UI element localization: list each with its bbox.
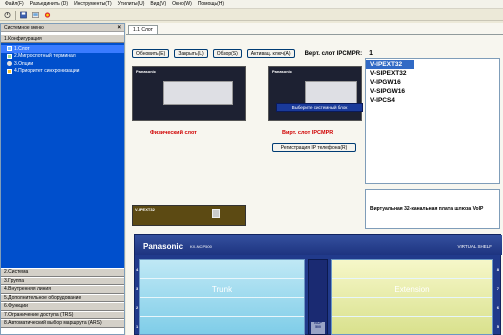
virtual-slot-brand: Panasonic — [272, 69, 293, 74]
action-button-row: Обновить(E) Закрыть(L) Обзор(S) Активац.… — [132, 49, 373, 58]
menu-view[interactable]: Вид(V) — [147, 1, 169, 7]
slot-divider — [332, 297, 492, 298]
sidebar-item-label: 2.Мигроспотный терминал — [14, 53, 76, 60]
physical-slot-brand: Panasonic — [136, 69, 157, 74]
slot-number: 3 — [136, 286, 139, 291]
trunk-area-title: Trunk — [211, 285, 233, 294]
sidebar-category-equipment[interactable]: 5.Дополнительное оборудование — [1, 293, 124, 302]
slot-divider — [332, 278, 492, 279]
slot-number: 4 — [136, 267, 139, 272]
sidebar-category-extension[interactable]: 4.Внутренняя линия — [1, 285, 124, 294]
virtual-slot-image[interactable]: Panasonic — [268, 66, 362, 121]
card-type-item[interactable]: V-SIPGW16 — [366, 87, 499, 96]
system-menu-panel: Системное меню × 1.Конфигурация 1.Слот 2… — [0, 23, 125, 335]
extension-area-title: Extension — [394, 285, 430, 294]
connect-icon[interactable] — [3, 11, 12, 20]
sidebar-item-list: 1.Слот 2.Мигроспотный терминал 3.Опции 4… — [1, 43, 124, 268]
physical-slot-image[interactable]: Panasonic — [132, 66, 246, 121]
card-type-item[interactable]: V-IPCS4 — [366, 96, 499, 105]
sidebar-category-system[interactable]: 2.Система — [1, 268, 124, 277]
main-content: 1.1 Слот Обновить(E) Закрыть(L) Обзор(S)… — [126, 23, 503, 335]
card-preview-image[interactable]: V-IPEXT32 — [132, 205, 246, 226]
slot-number: 2 — [136, 305, 139, 310]
slot-number: 8 — [496, 267, 499, 272]
card-description-text: Виртуальная 32-канальная плата шлюза VoI… — [370, 206, 484, 212]
close-icon[interactable]: × — [117, 25, 121, 31]
menu-disconnect[interactable]: Разъединить (D) — [27, 1, 71, 7]
sidebar-item-label: 3.Опции — [14, 60, 34, 67]
card-type-item[interactable]: V-SIPEXT32 — [366, 69, 499, 78]
activation-key-button[interactable]: Активац. ключ(A) — [246, 49, 295, 58]
sidebar-item-slot[interactable]: 1.Слот — [1, 45, 124, 53]
sidebar-item-terminal[interactable]: 2.Мигроспотный терминал — [1, 53, 124, 61]
toolbar — [0, 10, 503, 21]
close-button[interactable]: Закрыть(L) — [174, 49, 208, 58]
slot-divider — [332, 316, 492, 317]
virtual-shelf: Panasonic KX-NCP500 VIRTUAL SHELF Trunk … — [134, 234, 502, 335]
menu-file[interactable]: Файл(F) — [2, 1, 27, 7]
tab-divider — [126, 34, 503, 35]
sidebar-category-ars[interactable]: 8.Автоматический выбор маршрута (ARS) — [1, 319, 124, 328]
physical-slot-label: Физический слот — [150, 130, 197, 136]
refresh-button[interactable]: Обновить(E) — [132, 49, 170, 58]
save-icon[interactable] — [19, 11, 28, 20]
slot-number: 7 — [496, 286, 499, 291]
options-icon — [7, 61, 12, 67]
shelf-brand-logo: Panasonic — [143, 242, 184, 251]
sidebar-category-label: 1.Конфигурация — [4, 35, 42, 42]
ipcmr-slot-count: 1 — [369, 50, 373, 57]
programming-icon[interactable] — [31, 11, 40, 20]
card-type-item[interactable]: V-IPGW16 — [366, 78, 499, 87]
sync-icon — [7, 68, 12, 74]
sidebar-category-trs[interactable]: 7.Ограничение доступа (TRS) — [1, 310, 124, 319]
sidebar-item-options[interactable]: 3.Опции — [1, 60, 124, 68]
tools-icon[interactable] — [43, 11, 52, 20]
slot-icon — [7, 46, 12, 52]
card-preview-label: V-IPEXT32 — [135, 207, 155, 212]
card-type-list: V-IPEXT32 V-SIPEXT32 V-IPGW16 V-SIPGW16 … — [365, 58, 500, 184]
card-type-item[interactable]: V-IPEXT32 — [366, 60, 414, 69]
menu-utilities[interactable]: Утилиты(U) — [115, 1, 148, 7]
menu-tools[interactable]: Инструменты(T) — [71, 1, 115, 7]
sidebar-item-label: 4.Приоритет синхронизации — [14, 68, 80, 75]
tab-slot[interactable]: 1.1 Слот — [128, 25, 158, 34]
terminal-icon — [7, 53, 12, 59]
slot-number: 1 — [136, 324, 139, 329]
ipcmr-slot-label: Верт. слот IPCMPR: — [304, 50, 363, 57]
slot-divider — [140, 316, 304, 317]
sidebar-item-sync[interactable]: 4.Приоритет синхронизации — [1, 68, 124, 76]
menu-window[interactable]: Окно(W) — [169, 1, 195, 7]
toolbar-separator — [15, 10, 16, 20]
register-ip-phone-button[interactable]: Регистрация IP телефона(R) — [272, 143, 356, 152]
menu-help[interactable]: Помощь(H) — [195, 1, 227, 7]
virtual-slot-label: Вирт. слот IPCMPR — [282, 130, 334, 136]
trunk-slot-area[interactable]: Trunk — [139, 259, 305, 335]
menu-bar: Файл(F) Разъединить (D) Инструменты(T) У… — [0, 0, 503, 9]
card-description: Виртуальная 32-канальная плата шлюза VoI… — [365, 189, 500, 229]
slot-number: 5 — [496, 324, 499, 329]
select-system-unit-tooltip: Выберите системный блок — [276, 103, 363, 112]
slot-number: 6 — [496, 305, 499, 310]
virtual-slot-panel — [305, 81, 357, 105]
extension-slot-area[interactable]: Extension — [331, 259, 493, 335]
shelf-center-label: NCP 500 — [311, 321, 325, 334]
sidebar-category-group[interactable]: 3.Группа — [1, 276, 124, 285]
shelf-model: KX-NCP500 — [190, 244, 212, 249]
shelf-title: VIRTUAL SHELF — [457, 244, 492, 249]
slot-divider — [140, 297, 304, 298]
physical-slot-panel — [163, 81, 233, 105]
sidebar-item-label: 1.Слот — [14, 45, 30, 52]
overview-button[interactable]: Обзор(S) — [212, 49, 242, 58]
sidebar-category-features[interactable]: 6.Функции — [1, 302, 124, 311]
card-port — [212, 209, 220, 218]
system-menu-header: Системное меню × — [1, 24, 124, 32]
sidebar-category-configuration[interactable]: 1.Конфигурация — [1, 34, 124, 43]
system-menu-title: Системное меню — [4, 24, 44, 31]
slot-divider — [140, 278, 304, 279]
